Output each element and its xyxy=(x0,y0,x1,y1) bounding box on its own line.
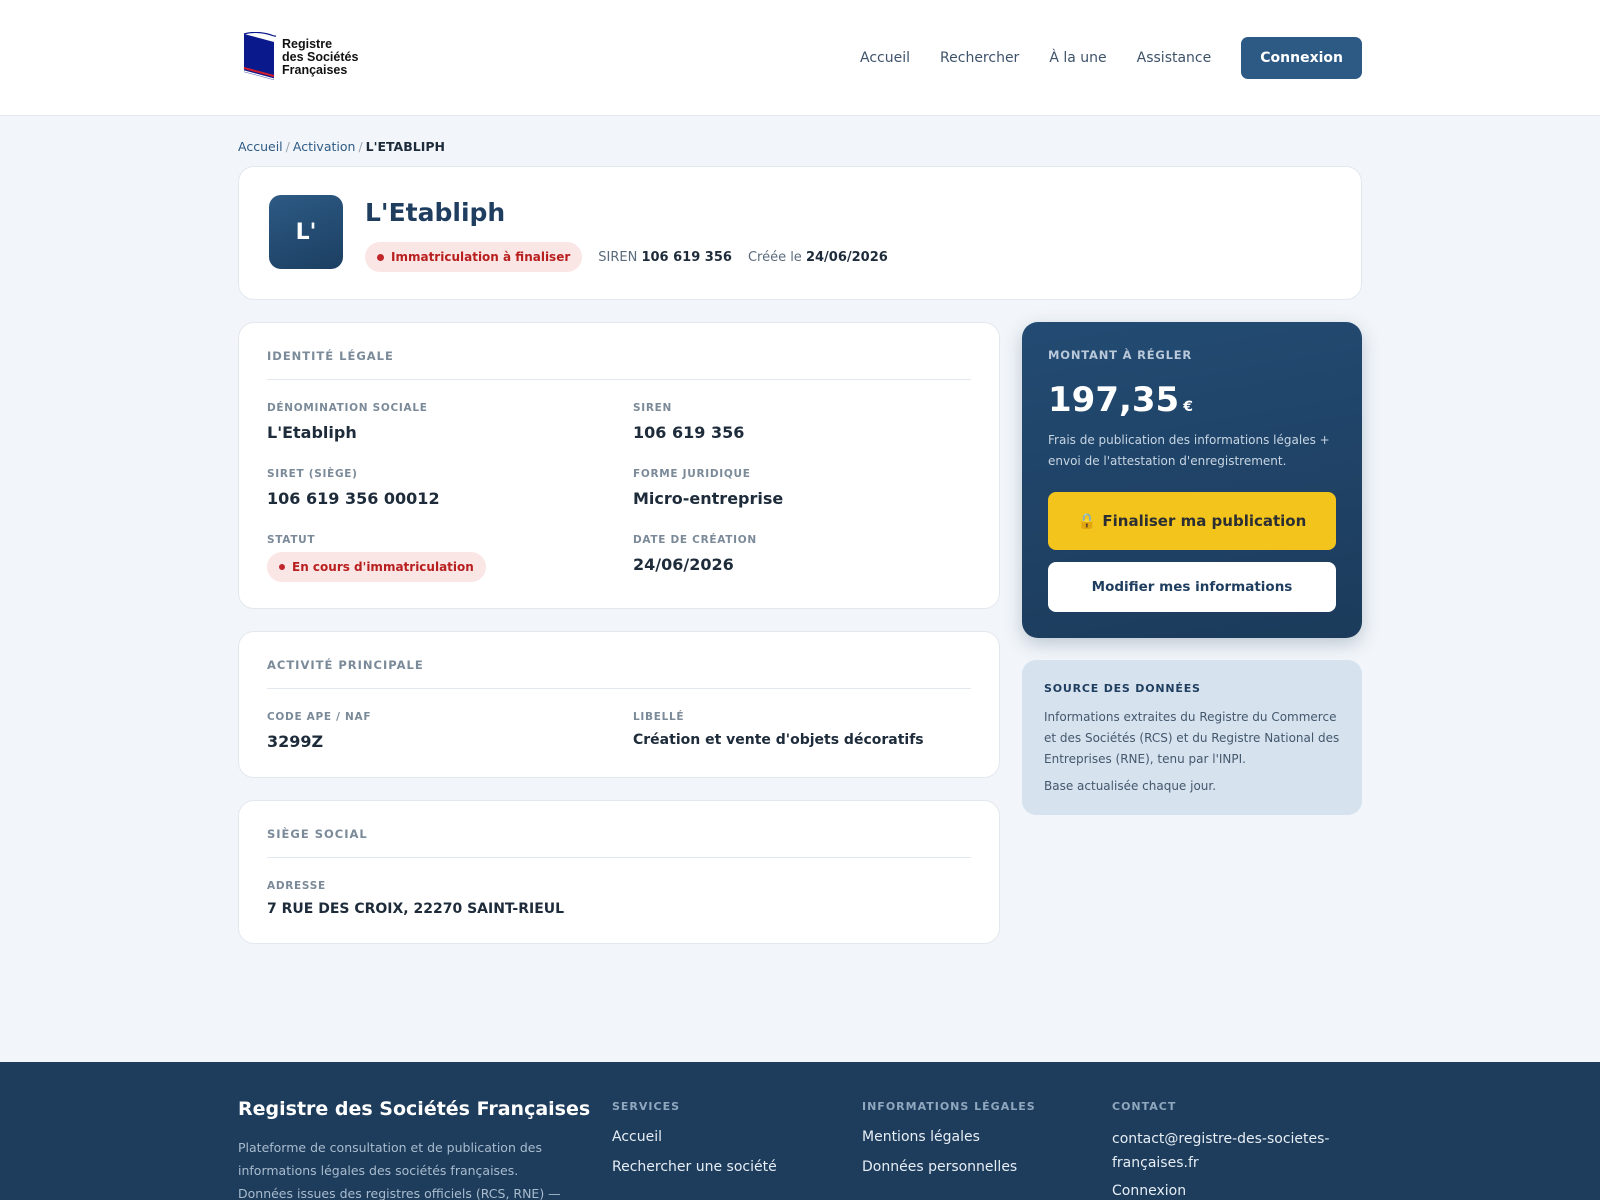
footer-contact-login[interactable]: Connexion xyxy=(1112,1183,1362,1199)
breadcrumb-parent[interactable]: Activation xyxy=(293,139,356,154)
created-meta: Créée le 24/06/2026 xyxy=(748,250,888,265)
source-title: SOURCE DES DONNÉES xyxy=(1044,682,1201,695)
amount-currency: € xyxy=(1183,399,1193,415)
created-meta-value: 24/06/2026 xyxy=(805,249,888,265)
field-value: 106 619 356 00012 xyxy=(267,489,440,508)
nav-accueil[interactable]: Accueil xyxy=(860,50,910,66)
siren-meta-value: 106 619 356 xyxy=(641,249,732,265)
section-title: IDENTITÉ LÉGALE xyxy=(267,349,971,380)
section-title: SIÈGE SOCIAL xyxy=(267,827,971,858)
nav-assistance[interactable]: Assistance xyxy=(1137,50,1212,66)
logo-line: Françaises xyxy=(282,63,348,77)
amount-value: 197,35 xyxy=(1048,380,1180,420)
field-siret: SIRET (SIÈGE) 106 619 356 00012 xyxy=(267,468,633,508)
breadcrumb-home[interactable]: Accueil xyxy=(238,139,283,154)
payment-description: Frais de publication des informations lé… xyxy=(1048,433,1330,468)
field-value: Création et vente d'objets décoratifs xyxy=(633,732,924,748)
payment-amount: 197,35 € xyxy=(1048,380,1336,420)
field-code-ape: CODE APE / NAF 3299Z xyxy=(267,711,633,751)
status-badge-label: Immatriculation à finaliser xyxy=(391,250,571,264)
field-forme: FORME JURIDIQUE Micro-entreprise xyxy=(633,468,971,508)
site-logo[interactable]: Registre des Sociétés Françaises xyxy=(238,31,358,84)
siren-meta: SIREN 106 619 356 xyxy=(598,250,732,265)
field-statut: STATUT En cours d'immatriculation xyxy=(267,534,633,582)
login-button[interactable]: Connexion xyxy=(1241,36,1362,79)
company-header-card: L' L'Etabliph Immatriculation à finalise… xyxy=(238,166,1362,300)
breadcrumb: Accueil / Activation / L'ETABLIPH xyxy=(238,139,445,154)
footer-col-title: CONTACT xyxy=(1112,1100,1177,1113)
siren-meta-label: SIREN xyxy=(598,249,638,265)
statut-badge-label: En cours d'immatriculation xyxy=(292,560,474,574)
section-title: ACTIVITÉ PRINCIPALE xyxy=(267,658,971,689)
finalize-publication-button[interactable]: 🔒 Finaliser ma publication xyxy=(1048,492,1336,550)
field-siren: SIREN 106 619 356 xyxy=(633,402,971,442)
status-dot-icon xyxy=(377,253,384,261)
field-value: L'Etabliph xyxy=(267,423,357,442)
siege-section: SIÈGE SOCIAL ADRESSE 7 RUE DES CROIX, 22… xyxy=(238,800,1000,944)
field-date: DATE DE CRÉATION 24/06/2026 xyxy=(633,534,971,582)
source-text: Informations extraites du Registre du Co… xyxy=(1044,710,1340,766)
field-label: CODE APE / NAF xyxy=(267,711,372,723)
company-name: L'Etabliph xyxy=(365,198,506,227)
field-label: SIREN xyxy=(633,402,673,414)
site-footer: Registre des Sociétés Françaises Platefo… xyxy=(0,1062,1600,1200)
field-label: STATUT xyxy=(267,534,316,546)
lock-icon: 🔒 xyxy=(1077,512,1097,530)
activity-section: ACTIVITÉ PRINCIPALE CODE APE / NAF 3299Z… xyxy=(238,631,1000,778)
field-label: LIBELLÉ xyxy=(633,711,685,723)
footer-col-title: SERVICES xyxy=(612,1100,681,1113)
footer-col-title: INFORMATIONS LÉGALES xyxy=(862,1100,1036,1113)
field-libelle: LIBELLÉ Création et vente d'objets décor… xyxy=(633,711,971,751)
nav-rechercher[interactable]: Rechercher xyxy=(940,50,1019,66)
company-avatar: L' xyxy=(269,195,343,269)
payment-title: MONTANT À RÉGLER xyxy=(1048,348,1193,362)
footer-brand-text: Plateforme de consultation et de publica… xyxy=(238,1140,561,1200)
footer-contact-email[interactable]: contact@registre-des-societes-françaises… xyxy=(1112,1127,1362,1175)
field-value: 106 619 356 xyxy=(633,423,745,442)
field-label: SIRET (SIÈGE) xyxy=(267,468,358,480)
identity-section: IDENTITÉ LÉGALE DÉNOMINATION SOCIALE L'E… xyxy=(238,322,1000,609)
edit-information-button[interactable]: Modifier mes informations xyxy=(1048,562,1336,612)
field-label: FORME JURIDIQUE xyxy=(633,468,751,480)
field-value: Micro-entreprise xyxy=(633,489,784,508)
statut-badge: En cours d'immatriculation xyxy=(267,552,486,582)
field-adresse: ADRESSE 7 RUE DES CROIX, 22270 SAINT-RIE… xyxy=(267,880,971,917)
footer-link-rechercher[interactable]: Rechercher une société xyxy=(612,1159,862,1175)
status-dot-icon xyxy=(279,564,285,570)
field-value: 24/06/2026 xyxy=(633,555,734,574)
footer-link-mentions[interactable]: Mentions légales xyxy=(862,1129,1112,1145)
finalize-label: Finaliser ma publication xyxy=(1102,512,1307,530)
footer-brand: Registre des Sociétés Françaises Platefo… xyxy=(238,1098,612,1200)
logo-book-icon xyxy=(243,31,276,80)
nav-a-la-une[interactable]: À la une xyxy=(1049,50,1106,66)
footer-legal: INFORMATIONS LÉGALES Mentions légales Do… xyxy=(862,1098,1112,1200)
created-meta-label: Créée le xyxy=(747,249,802,265)
field-label: ADRESSE xyxy=(267,880,326,892)
source-update: Base actualisée chaque jour. xyxy=(1044,779,1217,793)
data-source-card: SOURCE DES DONNÉES Informations extraite… xyxy=(1022,660,1362,815)
breadcrumb-current: L'ETABLIPH xyxy=(365,139,445,154)
footer-contact: CONTACT contact@registre-des-societes-fr… xyxy=(1112,1098,1362,1200)
footer-link-accueil[interactable]: Accueil xyxy=(612,1129,862,1145)
status-badge: Immatriculation à finaliser xyxy=(365,242,583,272)
field-value: 3299Z xyxy=(267,732,324,751)
field-label: DATE DE CRÉATION xyxy=(633,534,757,546)
top-header: Registre des Sociétés Françaises Accueil… xyxy=(0,0,1600,116)
main-nav: Accueil Rechercher À la une Assistance C… xyxy=(860,36,1362,79)
field-denomination: DÉNOMINATION SOCIALE L'Etabliph xyxy=(267,402,633,442)
field-value: 7 RUE DES CROIX, 22270 SAINT-RIEUL xyxy=(267,901,565,917)
logo-text: Registre des Sociétés Françaises xyxy=(282,38,358,77)
footer-brand-title: Registre des Sociétés Françaises xyxy=(238,1098,591,1120)
footer-services: SERVICES Accueil Rechercher une société xyxy=(612,1098,862,1200)
field-label: DÉNOMINATION SOCIALE xyxy=(267,402,428,414)
footer-link-donnees[interactable]: Données personnelles xyxy=(862,1159,1112,1175)
payment-card: MONTANT À RÉGLER 197,35 € Frais de public… xyxy=(1022,322,1362,638)
